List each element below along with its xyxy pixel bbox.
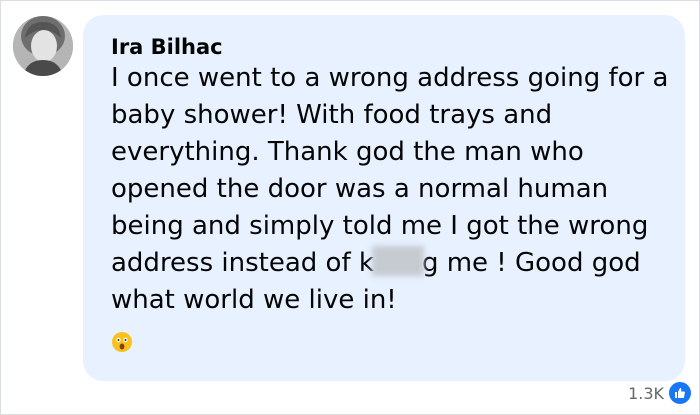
comment-bubble: Ira Bilhac I once went to a wrong addres… [83,15,685,381]
reaction-summary[interactable]: 1.3K [628,380,693,406]
comment-author-name[interactable]: Ira Bilhac [111,34,223,60]
like-icon [667,380,693,406]
avatar[interactable] [13,16,73,76]
comment-card: Ira Bilhac I once went to a wrong addres… [0,0,700,415]
profile-photo-icon [13,16,73,76]
astonished-face-icon [112,332,132,352]
comment-text: I once went to a wrong address going for… [111,60,681,319]
censored-word [371,246,424,276]
reaction-count: 1.3K [628,383,664,403]
